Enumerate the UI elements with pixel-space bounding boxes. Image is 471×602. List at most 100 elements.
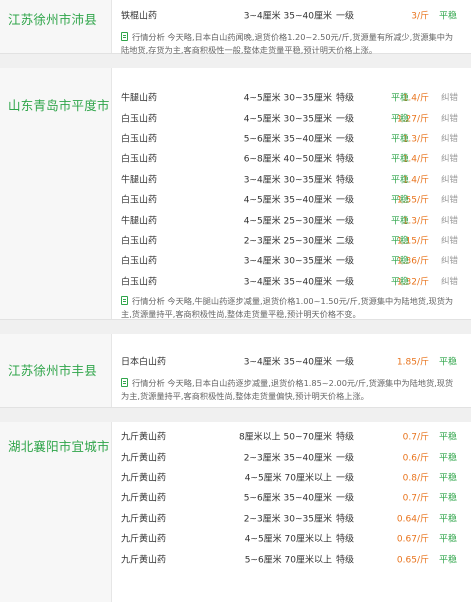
trend: 平稳 [439, 357, 458, 368]
variety: 九斤黄山药 [121, 453, 167, 464]
spec: 5~6厘米 35~40厘米 [243, 134, 332, 145]
region-name[interactable]: 湖北襄阳市宜城市 [0, 422, 112, 602]
trend: 平稳 [439, 432, 458, 443]
trend: 平稳 [439, 514, 458, 525]
price-row: 牛腿山药 4~5厘米 30~35厘米 特级 1.4/斤 平稳 纠错 [121, 87, 471, 107]
analysis-prefix: 行情分析 [132, 32, 165, 42]
price-row: 铁棍山药 3~4厘米 35~40厘米 一级 3/斤 平稳 [121, 5, 471, 25]
trend: 平稳 [439, 11, 458, 22]
variety: 九斤黄山药 [121, 534, 167, 545]
report-error-link[interactable]: 纠错 [441, 193, 458, 205]
report-error-link[interactable]: 纠错 [441, 112, 458, 124]
grade: 特级 [336, 432, 355, 443]
price-row: 牛腿山药 4~5厘米 25~30厘米 一级 1.3/斤 平稳 纠错 [121, 209, 471, 229]
spec: 6~8厘米 40~50厘米 [243, 154, 332, 165]
variety: 九斤黄山药 [121, 514, 167, 525]
region-label[interactable]: 山东青岛市平度市 [8, 95, 110, 114]
spec: 3~4厘米 35~40厘米 [243, 11, 332, 22]
grade: 一级 [336, 357, 355, 368]
report-error-link[interactable]: 纠错 [441, 214, 458, 226]
analysis-prefix: 行情分析 [132, 378, 165, 388]
price: 0.6/斤 [402, 453, 429, 464]
spec: 4~5厘米 25~30厘米 [243, 216, 332, 227]
price-row: 白玉山药 5~6厘米 35~40厘米 一级 1.3/斤 平稳 纠错 [121, 128, 471, 148]
price-row: 白玉山药 3~4厘米 30~35厘米 一级 1.36/斤 平稳 纠错 [121, 250, 471, 270]
price-row: 白玉山药 6~8厘米 40~50厘米 特级 1.4/斤 平稳 纠错 [121, 148, 471, 168]
grade: 特级 [336, 514, 355, 525]
price: 0.67/斤 [396, 534, 429, 545]
analysis-icon [121, 32, 128, 41]
report-error-link[interactable]: 纠错 [441, 275, 458, 287]
price: 0.8/斤 [402, 473, 429, 484]
report-error-link[interactable]: 纠错 [441, 132, 458, 144]
spec: 2~3厘米 35~40厘米 [243, 453, 332, 464]
report-error-link[interactable]: 纠错 [441, 91, 458, 103]
report-error-link[interactable]: 纠错 [441, 152, 458, 164]
trend: 平稳 [391, 175, 410, 186]
price: 0.7/斤 [402, 493, 429, 504]
grade: 一级 [336, 453, 355, 464]
price-row: 九斤黄山药 5~6厘米 35~40厘米 一级 0.7/斤 平稳 [121, 487, 471, 507]
analysis-text: 今天略,日本白山药闻晚,退货价格1.20~2.50元/斤,货源量有所减少,货源集… [121, 32, 454, 56]
trend: 平稳 [391, 216, 410, 227]
trend: 平稳 [391, 195, 410, 206]
variety: 日本白山药 [121, 357, 167, 368]
spec: 2~3厘米 30~35厘米 [243, 514, 332, 525]
variety: 九斤黄山药 [121, 493, 167, 504]
price-row: 白玉山药 4~5厘米 30~35厘米 一级 1.27/斤 平稳 纠错 [121, 107, 471, 127]
trend: 平稳 [391, 93, 410, 104]
report-error-link[interactable]: 纠错 [441, 254, 458, 266]
variety: 九斤黄山药 [121, 473, 167, 484]
grade: 一级 [336, 493, 355, 504]
grade: 一级 [336, 473, 355, 484]
price: 0.7/斤 [402, 432, 429, 443]
price-row: 九斤黄山药 5~6厘米 70厘米以上 特级 0.65/斤 平稳 [121, 548, 471, 568]
market-block-yicheng: 湖北襄阳市宜城市 九斤黄山药 8厘米以上 50~70厘米 特级 0.7/斤 平稳 九斤黄山… [0, 422, 471, 602]
trend: 平稳 [439, 534, 458, 545]
market-analysis: 行情分析 今天略,日本白山药逐步减量,退货价格1.85~2.00元/斤,货源集中… [121, 377, 459, 404]
region-name[interactable]: 江苏徐州市沛县 [0, 0, 112, 53]
grade: 特级 [336, 175, 355, 186]
spec: 3~4厘米 35~40厘米 [243, 277, 332, 288]
price-row: 九斤黄山药 2~3厘米 30~35厘米 特级 0.64/斤 平稳 [121, 508, 471, 528]
trend: 平稳 [439, 555, 458, 566]
trend: 平稳 [391, 134, 410, 145]
report-error-link[interactable]: 纠错 [441, 234, 458, 246]
variety: 九斤黄山药 [121, 555, 167, 566]
variety: 牛腿山药 [121, 93, 158, 104]
region-label[interactable]: 江苏徐州市丰县 [8, 360, 97, 379]
price-row: 九斤黄山药 4~5厘米 70厘米以上 一级 0.8/斤 平稳 [121, 467, 471, 487]
price-row: 白玉山药 4~5厘米 35~40厘米 一级 1.55/斤 平稳 纠错 [121, 189, 471, 209]
price: 3/斤 [411, 11, 429, 22]
variety: 牛腿山药 [121, 216, 158, 227]
price-row: 日本白山药 3~4厘米 35~40厘米 一级 1.85/斤 平稳 [121, 351, 471, 371]
spec: 4~5厘米 70厘米以上 [244, 534, 332, 545]
region-name[interactable]: 山东青岛市平度市 [0, 68, 112, 319]
trend: 平稳 [439, 473, 458, 484]
grade: 特级 [336, 534, 355, 545]
analysis-text: 今天略,牛腿山药逐步减量,退货价格1.00~1.50元/斤,货源集中为陆地货,现… [121, 296, 454, 320]
trend: 平稳 [439, 453, 458, 464]
region-name[interactable]: 江苏徐州市丰县 [0, 334, 112, 407]
price-list: 江苏徐州市沛县 铁棍山药 3~4厘米 35~40厘米 一级 3/斤 平稳 行情分… [0, 0, 471, 602]
trend: 平稳 [391, 114, 410, 125]
price-row: 牛腿山药 3~4厘米 30~35厘米 特级 1.4/斤 平稳 纠错 [121, 169, 471, 189]
grade: 一级 [336, 134, 355, 145]
grade: 一级 [336, 195, 355, 206]
trend: 平稳 [439, 493, 458, 504]
trend: 平稳 [391, 277, 410, 288]
variety: 白玉山药 [121, 236, 158, 247]
market-block-pingdu: 山东青岛市平度市 牛腿山药 4~5厘米 30~35厘米 特级 1.4/斤 平稳 纠错 白玉山… [0, 68, 471, 320]
report-error-link[interactable]: 纠错 [441, 173, 458, 185]
price: 0.65/斤 [396, 555, 429, 566]
analysis-icon [121, 378, 128, 387]
region-label[interactable]: 江苏徐州市沛县 [8, 9, 97, 28]
grade: 特级 [336, 154, 355, 165]
price: 0.64/斤 [396, 514, 429, 525]
variety: 白玉山药 [121, 277, 158, 288]
spec: 2~3厘米 25~30厘米 [243, 236, 332, 247]
region-label[interactable]: 湖北襄阳市宜城市 [8, 436, 110, 455]
spec: 4~5厘米 70厘米以上 [244, 473, 332, 484]
grade: 一级 [336, 216, 355, 227]
price-rows: 九斤黄山药 8厘米以上 50~70厘米 特级 0.7/斤 平稳 九斤黄山药 2~3厘米 35… [121, 426, 471, 569]
